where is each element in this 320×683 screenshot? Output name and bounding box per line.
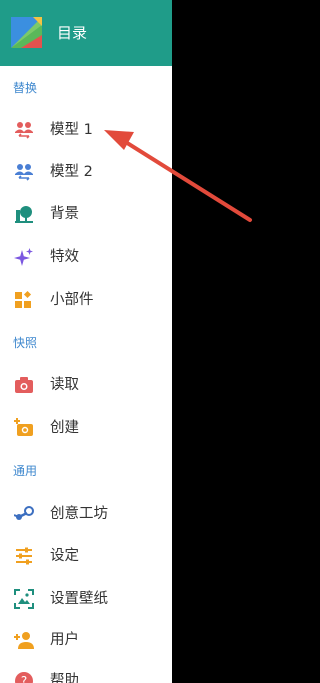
menu-item-create[interactable]: 创建: [0, 408, 172, 448]
app-logo-icon: [11, 17, 42, 48]
section-header-general: 通用: [13, 464, 38, 478]
menu-item-label: 设定: [50, 548, 79, 564]
menu-item-label: 设置壁纸: [50, 591, 108, 607]
svg-text:?: ?: [21, 674, 27, 683]
people-swap-blue-icon: [15, 164, 33, 181]
steam-icon: [14, 506, 34, 520]
menu-item-label: 帮助: [50, 673, 79, 683]
section-header-replace: 替换: [13, 81, 38, 95]
menu-item-label: 读取: [50, 377, 79, 393]
menu-item-load[interactable]: 读取: [0, 365, 172, 405]
menu-item-workshop[interactable]: 创意工坊: [0, 494, 172, 534]
drawer-header: 目录: [0, 0, 172, 66]
menu-item-model-2[interactable]: 模型 2: [0, 152, 172, 192]
menu-item-widgets[interactable]: 小部件: [0, 280, 172, 320]
add-user-icon: [14, 632, 34, 649]
menu-item-set-wallpaper[interactable]: 设置壁纸: [0, 579, 172, 619]
help-icon: ?: [15, 672, 33, 683]
wallpaper-icon: [14, 589, 34, 609]
widgets-icon: [15, 290, 32, 308]
sliders-icon: [16, 547, 32, 565]
people-swap-red-icon: [15, 122, 33, 139]
camera-icon: [15, 377, 33, 393]
navigation-drawer: 目录 替换 模型 1 模型 2 背景 特效 小部件 快照 读取 创建 通用 创意…: [0, 0, 172, 683]
menu-item-label: 背景: [50, 206, 79, 222]
sparkle-icon: [14, 248, 33, 266]
add-camera-icon: [14, 418, 33, 436]
menu-item-label: 创意工坊: [50, 506, 108, 522]
menu-item-label: 小部件: [50, 292, 94, 308]
drawer-title: 目录: [57, 24, 88, 42]
menu-item-label: 用户: [50, 632, 79, 648]
menu-item-background[interactable]: 背景: [0, 194, 172, 234]
menu-item-label: 特效: [50, 249, 79, 265]
menu-item-model-1[interactable]: 模型 1: [0, 110, 172, 150]
section-header-snapshot: 快照: [13, 336, 38, 350]
menu-item-label: 模型 1: [50, 122, 93, 138]
menu-item-settings[interactable]: 设定: [0, 536, 172, 576]
menu-item-user[interactable]: 用户: [0, 620, 172, 660]
tree-landscape-icon: [15, 206, 33, 223]
menu-item-label: 模型 2: [50, 164, 93, 180]
menu-item-effects[interactable]: 特效: [0, 237, 172, 277]
menu-item-help[interactable]: ? 帮助: [0, 661, 172, 683]
menu-item-label: 创建: [50, 420, 79, 436]
